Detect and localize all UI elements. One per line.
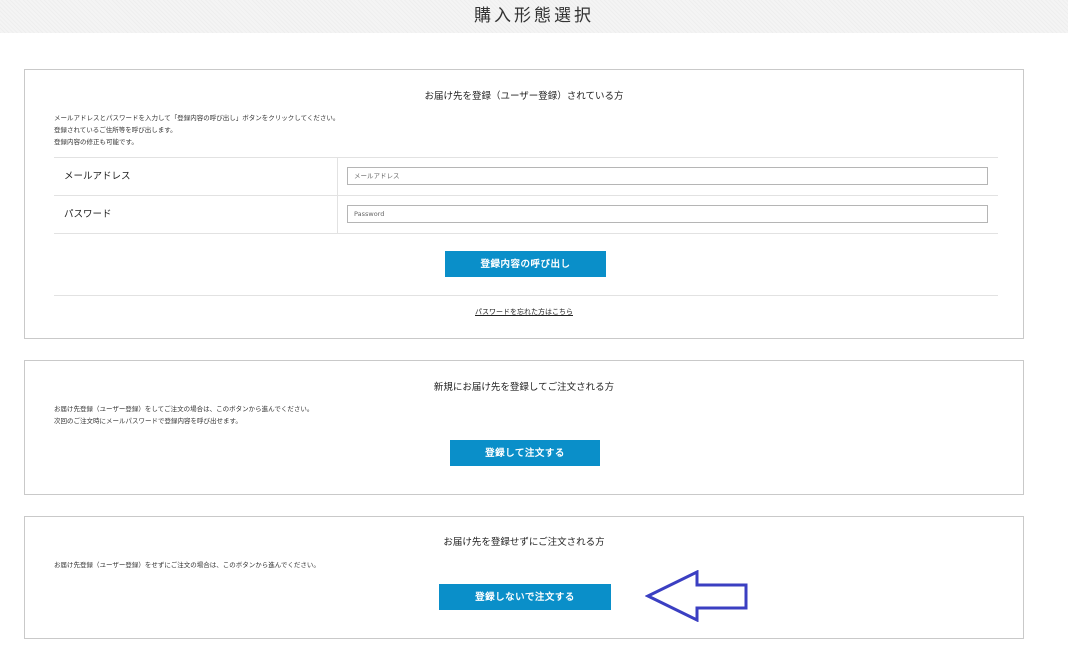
page-header: 購入形態選択 [0, 0, 1068, 33]
description-line: メールアドレスとパスワードを入力して「登録内容の呼び出し」ボタンをクリックしてく… [54, 114, 340, 122]
email-input[interactable] [347, 167, 988, 185]
login-form: メールアドレス パスワード [54, 157, 998, 234]
left-arrow-icon [645, 570, 748, 622]
email-label: メールアドレス [64, 171, 131, 182]
guest-title: お届け先を登録せずにご注文される方 [443, 537, 605, 548]
password-label: パスワード [64, 209, 112, 220]
page-title: 購入形態選択 [474, 6, 594, 26]
forgot-password-link[interactable]: パスワードを忘れた方はこちら [25, 307, 1023, 317]
register-and-order-button[interactable]: 登録して注文する [450, 440, 600, 466]
row-divider [337, 158, 338, 195]
registered-user-panel: お届け先を登録（ユーザー登録）されている方 メールアドレスとパスワードを入力して… [24, 69, 1024, 339]
new-registration-panel: 新規にお届け先を登録してご注文される方 お届け先登録（ユーザー登録）をしてご注文… [24, 360, 1024, 495]
order-without-registration-button[interactable]: 登録しないで注文する [439, 584, 611, 610]
description-line: 次回のご注文時にメールパスワードで登録内容を呼び出せます。 [54, 417, 242, 425]
registered-description: メールアドレスとパスワードを入力して「登録内容の呼び出し」ボタンをクリックしてく… [54, 112, 339, 148]
new-registration-title: 新規にお届け先を登録してご注文される方 [433, 382, 615, 393]
row-divider [337, 196, 338, 233]
description-line: 登録されているご住所等を呼び出します。 [54, 126, 177, 134]
description-line: 登録内容の修正も可能です。 [54, 138, 138, 146]
guest-order-panel: お届け先を登録せずにご注文される方 お届け先登録（ユーザー登録）をせずにご注文の… [24, 516, 1024, 639]
panel-separator [54, 295, 998, 296]
new-registration-description: お届け先登録（ユーザー登録）をしてご注文の場合は、このボタンから進んでください。… [54, 403, 313, 427]
password-row: パスワード [54, 195, 998, 234]
guest-description: お届け先登録（ユーザー登録）をせずにご注文の場合は、このボタンから進んでください… [54, 559, 320, 571]
email-row: メールアドレス [54, 157, 998, 195]
password-input[interactable] [347, 205, 988, 223]
registered-panel-title: お届け先を登録（ユーザー登録）されている方 [424, 91, 624, 102]
description-line: お届け先登録（ユーザー登録）をせずにご注文の場合は、このボタンから進んでください… [54, 561, 320, 569]
description-line: お届け先登録（ユーザー登録）をしてご注文の場合は、このボタンから進んでください。 [54, 405, 314, 413]
load-registration-button[interactable]: 登録内容の呼び出し [445, 251, 606, 277]
